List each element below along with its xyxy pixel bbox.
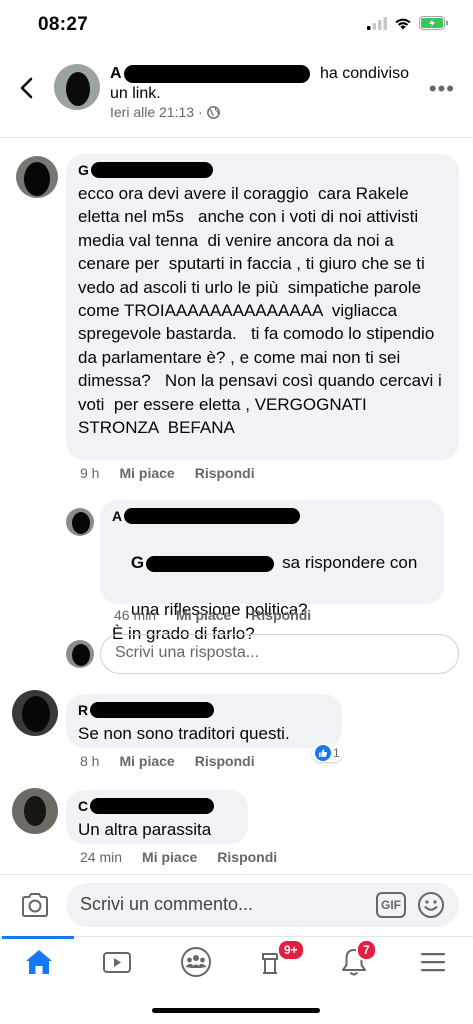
commenter-name[interactable]: A: [112, 508, 432, 524]
video-icon: [103, 952, 131, 973]
reply-input[interactable]: Scrivi una risposta...: [100, 634, 459, 674]
clock: 08:27: [38, 14, 89, 35]
notifications-badge: 7: [356, 939, 377, 961]
camera-icon[interactable]: [20, 891, 50, 919]
comment-time: 24 min: [80, 849, 123, 865]
author-initial[interactable]: A: [110, 65, 122, 82]
reply-button[interactable]: Rispondi: [195, 465, 255, 481]
name-initial: A: [112, 508, 123, 524]
signal-icon: [367, 16, 387, 30]
reply-button[interactable]: Rispondi: [195, 753, 255, 769]
more-options-icon[interactable]: •••: [429, 76, 455, 102]
shared-text: ha condiviso: [320, 65, 409, 82]
redacted-name: [90, 798, 215, 814]
shared-text-2: un link.: [110, 85, 161, 102]
comment-time: 46 min: [114, 607, 157, 623]
comment-bubble[interactable]: R Se non sono traditori questi.: [66, 694, 342, 748]
reply-text-line1: sa rispondere con: [282, 553, 418, 573]
comment-actions: 9 h Mi piace Rispondi: [80, 465, 255, 481]
own-avatar: [66, 640, 94, 668]
comment-bubble[interactable]: G ecco ora devi avere il coraggio cara R…: [66, 154, 459, 460]
name-initial: R: [78, 702, 89, 718]
post-title: A ha condiviso un link.: [110, 64, 420, 104]
active-tab-indicator: [2, 936, 74, 939]
comment-text: Un altra parassita: [78, 820, 212, 839]
comment-actions: 8 h Mi piace Rispondi: [80, 753, 255, 769]
tab-watch[interactable]: [100, 945, 134, 979]
like-reaction-icon: [315, 745, 331, 761]
redacted-mention: [146, 555, 275, 572]
feeds-badge: 9+: [277, 939, 305, 961]
commenter-name[interactable]: R: [78, 702, 330, 718]
tab-bar: 9+ 7: [0, 936, 473, 986]
like-button[interactable]: Mi piace: [142, 849, 197, 865]
reaction-badge[interactable]: 1: [312, 744, 343, 762]
redacted-author-name: [123, 64, 310, 83]
back-arrow-icon[interactable]: [14, 74, 42, 102]
comment-bubble[interactable]: C Un altra parassita: [66, 790, 248, 844]
status-icons: [367, 16, 449, 30]
home-indicator[interactable]: [152, 1008, 320, 1013]
home-icon: [26, 950, 52, 974]
like-button[interactable]: Mi piace: [176, 607, 231, 623]
comment-time: 8 h: [80, 753, 100, 769]
comment-actions: 46 min Mi piace Rispondi: [114, 607, 311, 623]
reply-button[interactable]: Rispondi: [251, 607, 311, 623]
comment-text: ecco ora devi avere il coraggio cara Rak…: [78, 184, 447, 438]
battery-icon: [419, 16, 448, 30]
avatar[interactable]: [12, 690, 58, 736]
name-initial: C: [78, 798, 89, 814]
emoji-icon[interactable]: [417, 891, 445, 919]
status-bar: 08:27: [0, 0, 473, 50]
commenter-name[interactable]: C: [78, 798, 236, 814]
reaction-count: 1: [333, 746, 340, 760]
name-initial: G: [78, 162, 89, 178]
comment-time: 9 h: [80, 465, 100, 481]
post-meta: Ieri alle 21:13 ·: [110, 104, 220, 120]
wifi-icon: [395, 18, 411, 29]
commenter-name[interactable]: G: [78, 162, 447, 178]
tab-home[interactable]: [22, 945, 56, 979]
comment-composer: Scrivi un commento... GIF: [0, 874, 473, 936]
menu-icon: [421, 953, 445, 972]
post-timestamp: Ieri alle 21:13 ·: [110, 104, 203, 120]
reply-button[interactable]: Rispondi: [217, 849, 277, 865]
like-button[interactable]: Mi piace: [119, 753, 174, 769]
redacted-name: [90, 162, 213, 178]
redacted-name: [90, 702, 215, 718]
like-button[interactable]: Mi piace: [119, 465, 174, 481]
author-avatar[interactable]: [54, 64, 100, 110]
comment-actions: 24 min Mi piace Rispondi: [80, 849, 277, 865]
redacted-name: [124, 508, 301, 524]
globe-icon: [206, 105, 220, 119]
avatar[interactable]: [12, 788, 58, 834]
groups-icon: [181, 947, 211, 977]
gif-button[interactable]: GIF: [376, 892, 406, 918]
comment-text: Se non sono traditori questi.: [78, 724, 290, 743]
avatar[interactable]: [66, 508, 94, 536]
tab-groups[interactable]: [179, 945, 213, 979]
tab-menu[interactable]: [416, 945, 450, 979]
avatar[interactable]: [16, 156, 58, 198]
reply-bubble[interactable]: A Gsa rispondere con una riflessione pol…: [100, 500, 444, 643]
post-header: A ha condiviso un link. Ieri alle 21:13 …: [0, 50, 473, 138]
mention-initial[interactable]: G: [131, 553, 144, 572]
